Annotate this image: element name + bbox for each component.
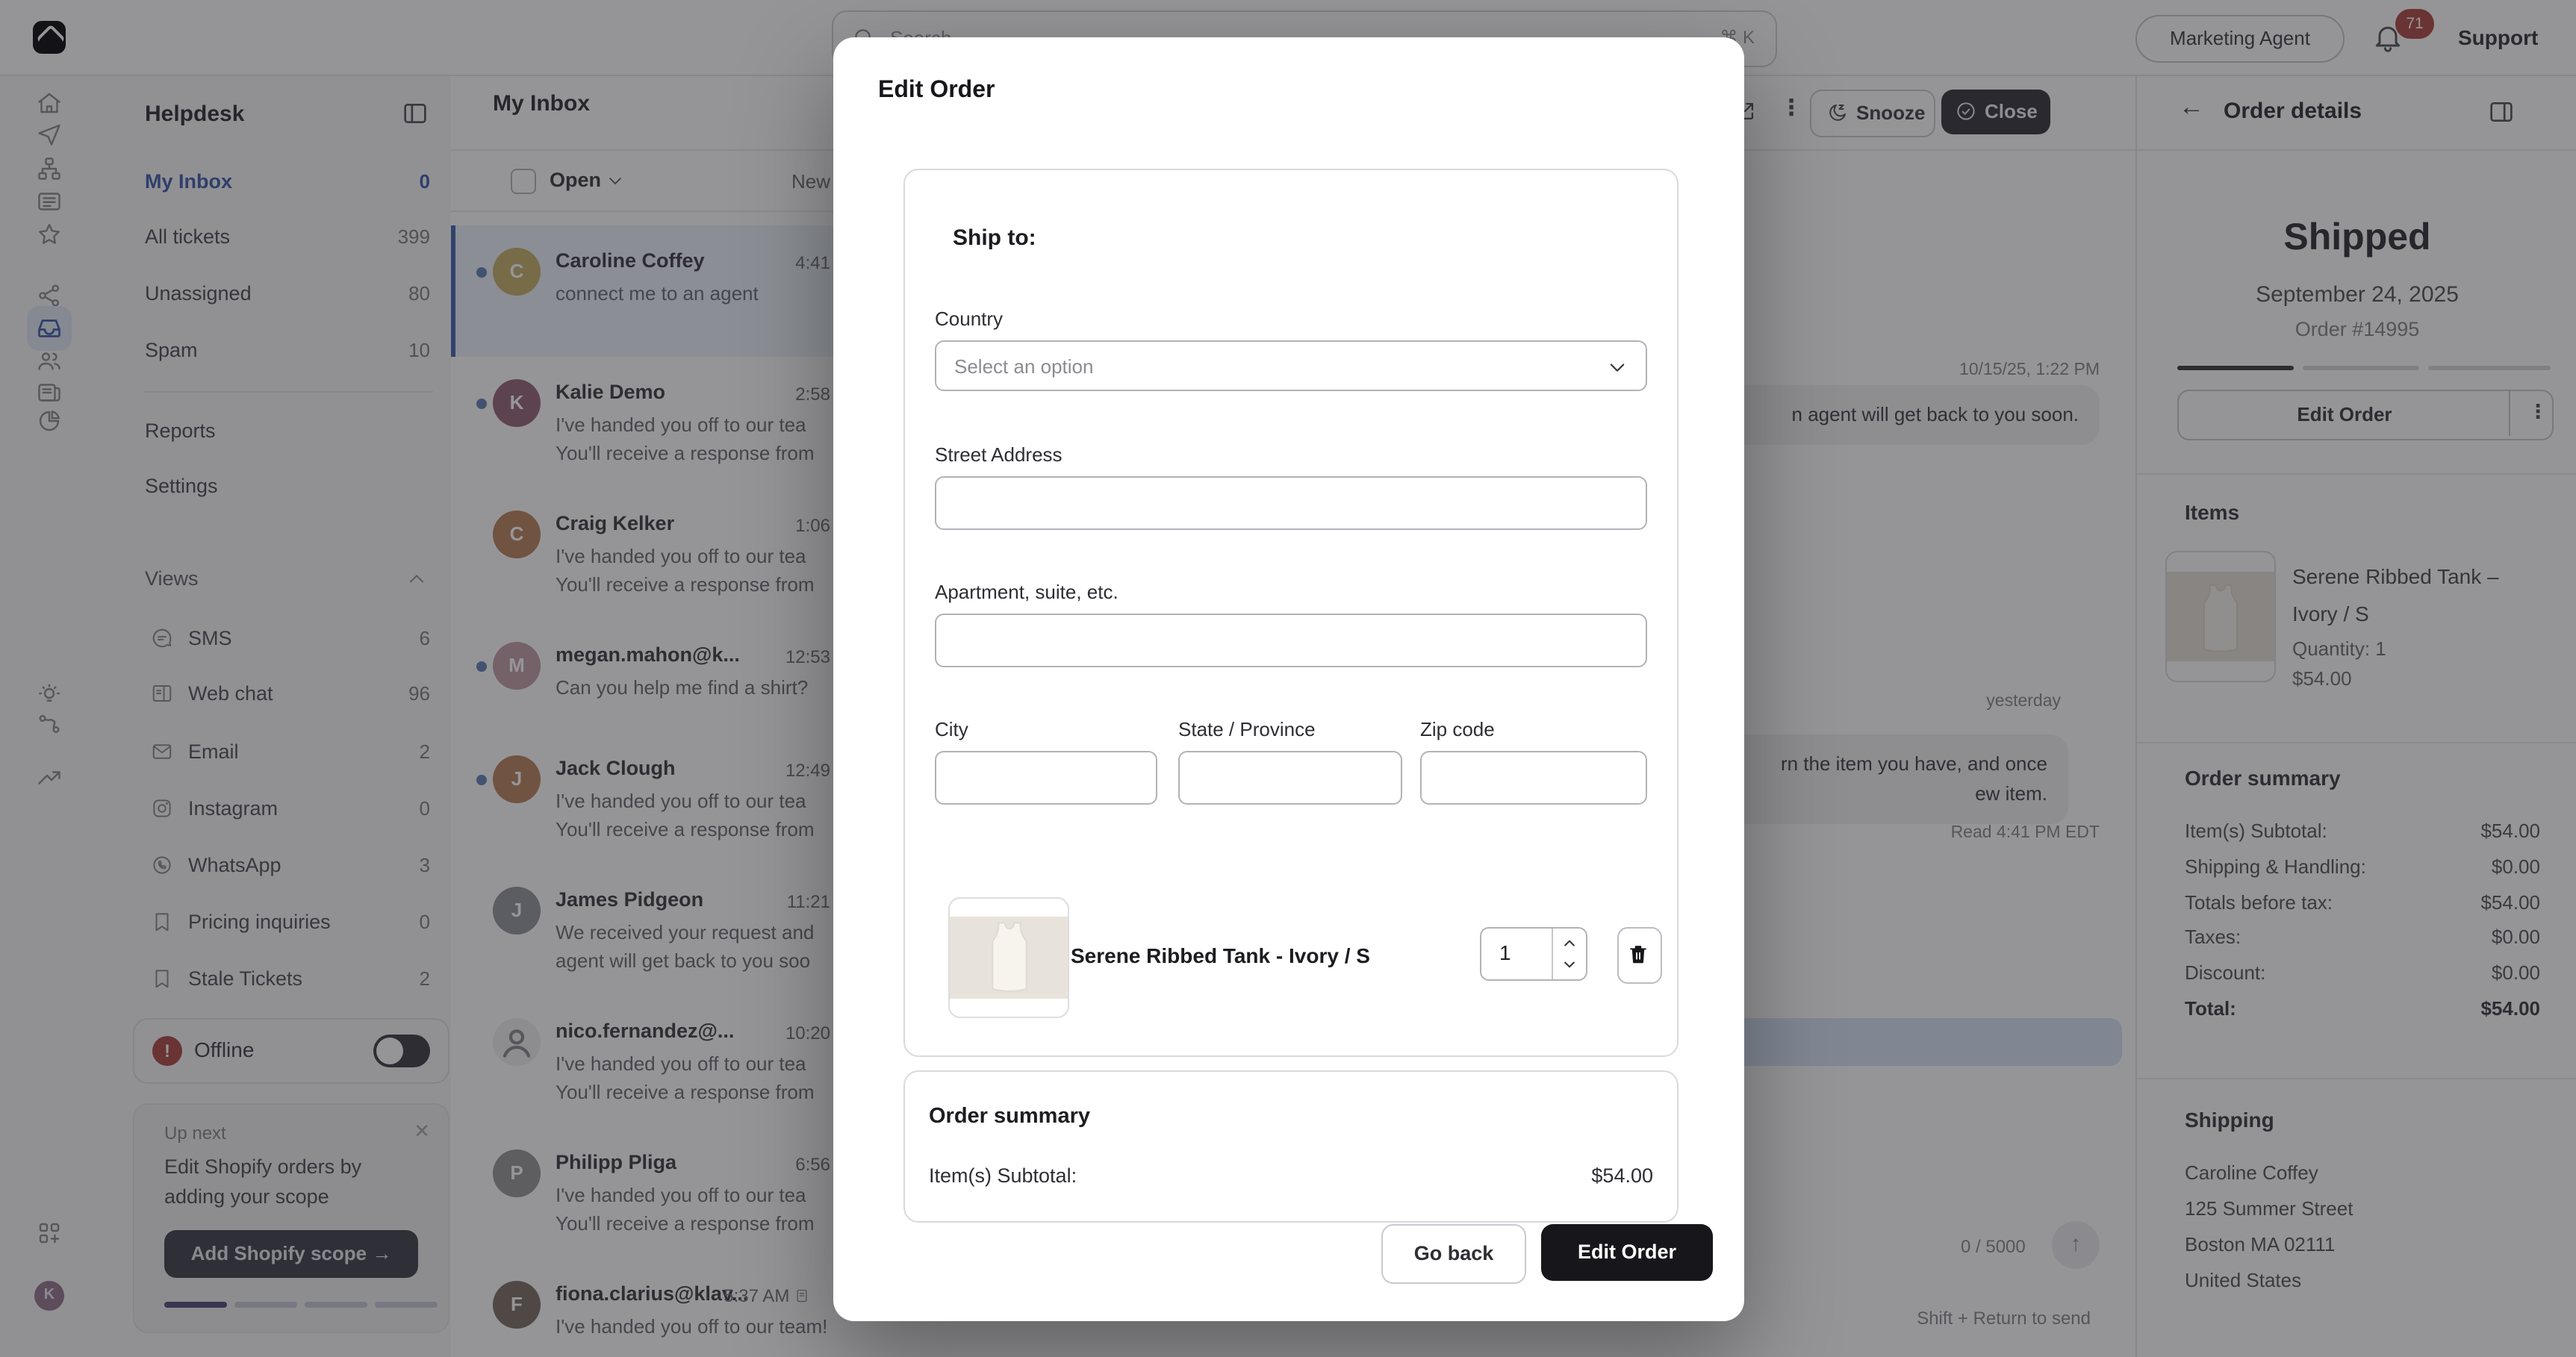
state-input[interactable] [1178, 751, 1402, 805]
modal-summary-title: Order summary [929, 1105, 1090, 1129]
country-label: Country [935, 308, 1003, 330]
ship-to-heading: Ship to: [953, 225, 1036, 251]
apartment-label: Apartment, suite, etc. [935, 581, 1119, 603]
go-back-button[interactable]: Go back [1381, 1224, 1526, 1284]
state-label: State / Province [1178, 718, 1316, 740]
modal-order-summary-card: Order summary Item(s) Subtotal: $54.00 [903, 1070, 1679, 1223]
apartment-input[interactable] [935, 614, 1647, 667]
modal-subtotal-value: $54.00 [1591, 1164, 1653, 1187]
zip-label: Zip code [1420, 718, 1495, 740]
delete-item-button[interactable] [1617, 927, 1662, 984]
ship-to-card: Ship to: Country Select an option Street… [903, 169, 1679, 1057]
street-address-input[interactable] [935, 476, 1647, 530]
edit-order-submit-button[interactable]: Edit Order [1541, 1224, 1713, 1281]
edit-order-modal: Edit Order Ship to: Country Select an op… [833, 37, 1744, 1321]
zip-input[interactable] [1420, 751, 1647, 805]
modal-title: Edit Order [878, 78, 995, 104]
app-root: Search ⌘ K Marketing Agent 71 Support K … [0, 0, 2576, 1357]
modal-subtotal-label: Item(s) Subtotal: [929, 1164, 1077, 1187]
stepper-buttons[interactable] [1552, 929, 1586, 979]
quantity-stepper[interactable]: 1 [1480, 927, 1587, 981]
city-input[interactable] [935, 751, 1157, 805]
product-thumbnail [948, 897, 1069, 1018]
city-label: City [935, 718, 968, 740]
country-select[interactable]: Select an option [935, 340, 1647, 391]
line-item-name: Serene Ribbed Tank - Ivory / S [1071, 943, 1370, 967]
street-address-label: Street Address [935, 443, 1063, 466]
chevron-down-icon [1607, 357, 1628, 378]
